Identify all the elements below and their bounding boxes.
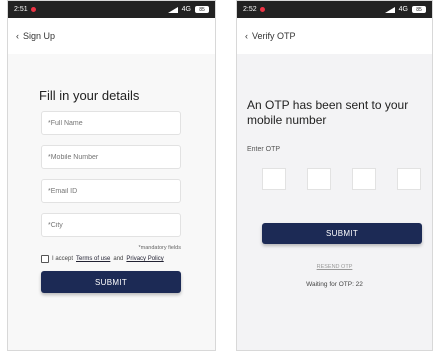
otp-digit-1[interactable] xyxy=(262,168,286,190)
status-time: 2:51 xyxy=(14,6,28,13)
status-bar: 2:52 4G 85 xyxy=(237,1,432,18)
status-bar: 2:51 4G 85 xyxy=(8,1,215,18)
battery-icon: 85 xyxy=(412,6,426,13)
otp-form: An OTP has been sent to your mobile numb… xyxy=(237,54,432,350)
mobile-number-input[interactable] xyxy=(41,145,181,169)
otp-label: Enter OTP xyxy=(247,146,281,153)
terms-and: and xyxy=(113,256,124,262)
otp-digit-2[interactable] xyxy=(307,168,331,190)
accept-terms-checkbox[interactable] xyxy=(41,255,49,263)
otp-wait-timer: Waiting for OTP: 22 xyxy=(306,281,363,288)
chevron-left-icon[interactable]: ‹ xyxy=(16,31,19,41)
signup-form: Fill in your details *mandatory fields I… xyxy=(8,54,215,350)
notification-dot-icon xyxy=(259,7,265,12)
chevron-left-icon[interactable]: ‹ xyxy=(245,31,248,41)
notification-dot-icon xyxy=(30,7,36,12)
email-input[interactable] xyxy=(41,179,181,203)
network-label: 4G xyxy=(181,6,191,13)
signal-icon xyxy=(384,6,395,13)
header-title: Sign Up xyxy=(23,31,56,41)
status-time: 2:52 xyxy=(243,6,257,13)
battery-icon: 85 xyxy=(195,6,209,13)
network-label: 4G xyxy=(398,6,408,13)
terms-prefix: I accept xyxy=(52,256,74,262)
signup-header: ‹ Sign Up xyxy=(8,18,215,54)
city-input[interactable] xyxy=(41,213,181,237)
otp-title: An OTP has been sent to your mobile numb… xyxy=(247,98,409,127)
full-name-input[interactable] xyxy=(41,111,181,135)
terms-of-use-link[interactable]: Terms of use xyxy=(76,256,110,262)
verify-otp-screen: 2:52 4G 85 ‹ Verify OTP An OTP has been … xyxy=(236,0,433,351)
submit-otp-button[interactable]: SUBMIT xyxy=(262,223,422,244)
header-title: Verify OTP xyxy=(252,31,296,41)
otp-digit-4[interactable] xyxy=(397,168,421,190)
resend-otp-link[interactable]: RESEND OTP xyxy=(237,264,432,270)
signal-icon xyxy=(167,6,178,13)
submit-button[interactable]: SUBMIT xyxy=(41,271,181,293)
terms-row: I accept Terms of use and Privacy Policy xyxy=(41,255,164,263)
page-title: Fill in your details xyxy=(39,88,140,103)
otp-header: ‹ Verify OTP xyxy=(237,18,432,54)
privacy-policy-link[interactable]: Privacy Policy xyxy=(126,256,163,262)
otp-digit-3[interactable] xyxy=(352,168,376,190)
mandatory-note: *mandatory fields xyxy=(138,245,182,251)
signup-screen: 2:51 4G 85 ‹ Sign Up Fill in your detail… xyxy=(7,0,216,351)
